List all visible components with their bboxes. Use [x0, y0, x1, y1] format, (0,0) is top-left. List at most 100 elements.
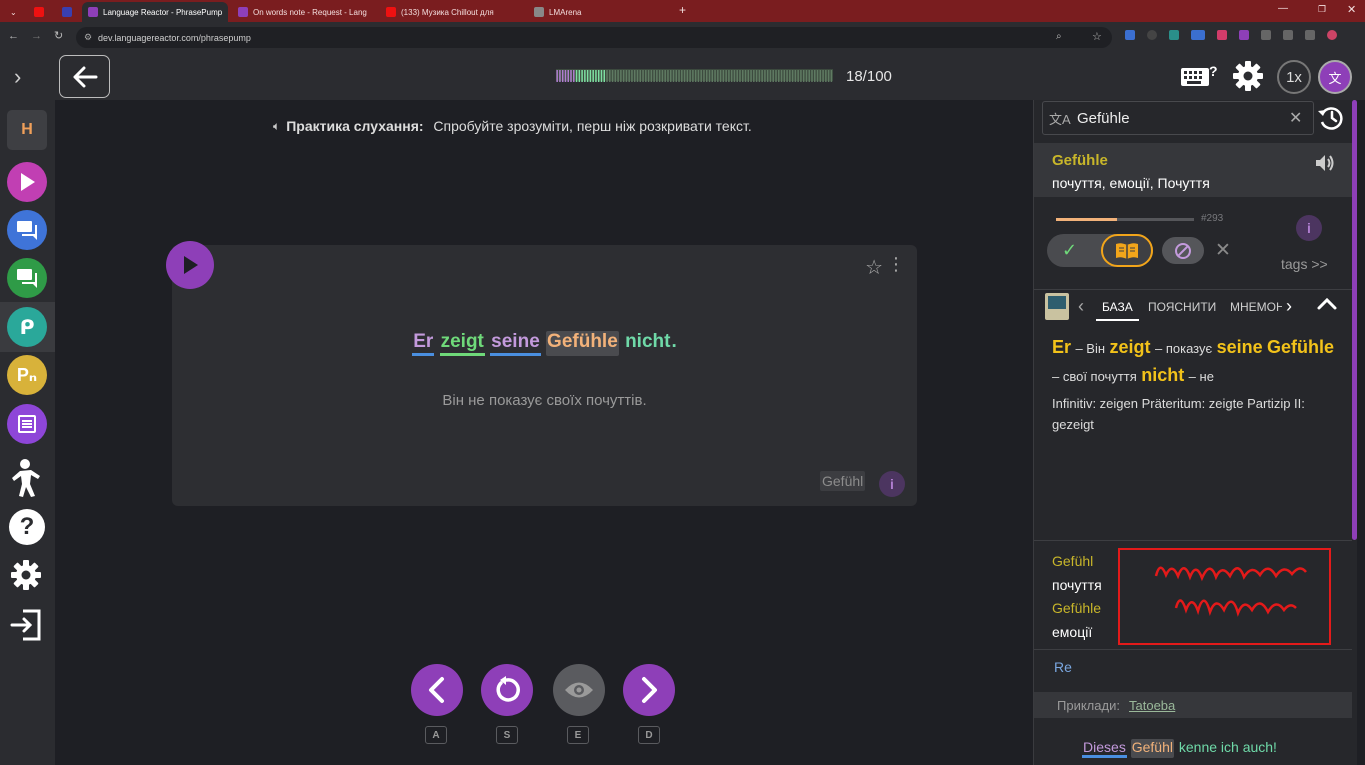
sidebar-item-chat[interactable] [7, 210, 47, 250]
tab-lmarena[interactable]: LMArena [528, 2, 674, 22]
new-tab-button[interactable]: + [679, 3, 686, 17]
pronounce-speaker-icon[interactable] [1314, 153, 1336, 178]
more-vertical-icon[interactable]: ⋮ [887, 255, 905, 273]
search-input[interactable]: Gefühle [1077, 110, 1130, 127]
sentence-word[interactable]: zeigt [439, 331, 485, 356]
forward-icon[interactable]: → [31, 30, 42, 42]
tatoeba-link[interactable]: Tatoeba [1129, 698, 1175, 713]
tabs-next-icon[interactable]: › [1286, 296, 1292, 317]
gloss-word[interactable]: Gefühle [1267, 337, 1334, 357]
sentence-word[interactable]: Gefühl [1130, 739, 1174, 758]
gloss-translation: – Він [1075, 341, 1106, 356]
example-sentence: Dieses Gefühl kenne ich auch! [1034, 739, 1326, 758]
zoom-icon[interactable]: ⌕ [1056, 31, 1062, 42]
tab-on-words-note[interactable]: On words note - Request - Lang [232, 2, 378, 22]
tab-language-reactor[interactable]: Language Reactor - PhrasePump [82, 2, 228, 22]
address-bar[interactable]: ⚙ dev.languagereactor.com/phrasepump ⌕ ☆ [76, 27, 1112, 48]
gloss-word[interactable]: zeigt [1110, 337, 1151, 357]
settings-gear-icon[interactable] [1232, 60, 1264, 97]
sentence-word[interactable]: seine [490, 331, 541, 356]
gloss-word[interactable]: Er [1052, 337, 1071, 357]
sentence-word[interactable]: Er [412, 331, 435, 356]
progress-tick [606, 70, 608, 82]
progress-tick [620, 70, 622, 82]
site-info-icon[interactable]: ⚙ [84, 32, 92, 43]
tab-explain[interactable]: ПОЯСНИТИ [1148, 300, 1216, 314]
word-info-icon[interactable]: i [1296, 215, 1322, 241]
play-icon [184, 256, 198, 274]
sidebar-settings-icon[interactable] [10, 559, 42, 596]
examples-header: Приклади: Tatoeba [1034, 692, 1352, 718]
sentence-word[interactable]: nicht [624, 331, 671, 356]
info-icon[interactable]: i [879, 471, 905, 497]
person-icon[interactable] [9, 458, 43, 503]
progress-tick [711, 70, 714, 82]
re-link[interactable]: Re [1054, 659, 1072, 675]
close-window-icon[interactable]: ✕ [1347, 3, 1356, 16]
help-icon[interactable]: ? [9, 509, 45, 545]
minimize-icon[interactable]: — [1278, 3, 1288, 14]
progress-ticks [556, 70, 833, 82]
play-phrase-button[interactable] [166, 241, 214, 289]
progress-tick [805, 70, 808, 82]
tab-youtube-music[interactable]: (133) Музика Chillout для [380, 2, 526, 22]
gloss-word[interactable]: seine [1217, 337, 1263, 357]
panel-scrollbar[interactable] [1352, 100, 1357, 540]
search-box[interactable]: 文A Gefühle ✕ [1042, 101, 1314, 135]
previous-button[interactable] [411, 664, 463, 716]
tab-base[interactable]: БАЗА [1096, 293, 1139, 321]
sidebar-item-phrasepump-n[interactable]: Pₙ [7, 355, 47, 395]
logout-icon[interactable] [9, 608, 43, 647]
replay-button[interactable] [481, 664, 533, 716]
user-avatar[interactable]: H [7, 110, 47, 150]
sidebar-item-phrasepump[interactable]: ᑭ [7, 307, 47, 347]
progress-tick [775, 70, 777, 82]
sidebar-item-chat-2[interactable] [7, 258, 47, 298]
history-icon[interactable] [1316, 105, 1344, 136]
playback-speed-button[interactable]: 1x [1277, 60, 1311, 94]
reveal-button[interactable] [553, 664, 605, 716]
progress-tick [811, 70, 813, 82]
tab-search-icon[interactable]: ⌄ [4, 2, 24, 22]
keyboard-help-icon[interactable]: ? [1180, 62, 1218, 95]
progress-tick [625, 70, 628, 82]
reload-icon[interactable]: ↻ [54, 29, 63, 42]
learning-button[interactable] [1101, 234, 1153, 267]
next-button[interactable] [623, 664, 675, 716]
sentence-word[interactable]: Dieses [1082, 739, 1127, 758]
progress-tick [575, 70, 578, 82]
back-button[interactable] [59, 55, 110, 98]
tags-link[interactable]: tags >> [1281, 256, 1328, 272]
ignore-button[interactable] [1162, 237, 1204, 264]
tab-pinned-youtube[interactable] [28, 2, 50, 22]
expand-sidebar-icon[interactable]: › [14, 64, 21, 90]
gloss-word[interactable]: nicht [1141, 365, 1184, 385]
tabs-prev-icon[interactable]: ‹ [1078, 296, 1084, 317]
translate-toggle-button[interactable]: 文 [1318, 60, 1352, 94]
star-icon[interactable]: ☆ [865, 255, 883, 280]
sidebar-item-list[interactable] [7, 404, 47, 444]
collapse-chevron-up-icon[interactable] [1316, 296, 1338, 317]
known-check-icon[interactable]: ✓ [1062, 240, 1077, 261]
progress-tick [631, 70, 633, 82]
sidebar-item-video[interactable] [7, 162, 47, 202]
translation-text: Він не показує своїх почуттів. [442, 392, 647, 409]
examples-label: Приклади: [1057, 698, 1120, 713]
translate-icon: 文 [1328, 70, 1342, 86]
translate-icon: 文A [1049, 112, 1071, 127]
lemma-chip[interactable]: Gefühl [820, 471, 866, 491]
speaker-icon: 🔈︎ [273, 118, 281, 133]
german-sentence: Er zeigt seine Gefühle nicht. [172, 331, 917, 356]
progress-tick [741, 70, 744, 82]
sentence-word[interactable]: kenne ich auch! [1178, 739, 1278, 758]
restore-icon[interactable]: ❐ [1318, 4, 1326, 15]
sentence-word[interactable]: Gefühle [546, 331, 619, 356]
progress-tick [603, 70, 606, 82]
tab-pinned-app[interactable] [56, 2, 78, 22]
extension-icons [1125, 30, 1365, 44]
bookmark-star-icon[interactable]: ☆ [1092, 30, 1102, 43]
tab-mnemonic[interactable]: МНЕМОН [1230, 300, 1282, 314]
dismiss-icon[interactable]: ✕ [1215, 239, 1231, 262]
back-icon[interactable]: ← [8, 30, 19, 42]
clear-search-icon[interactable]: ✕ [1289, 108, 1302, 128]
